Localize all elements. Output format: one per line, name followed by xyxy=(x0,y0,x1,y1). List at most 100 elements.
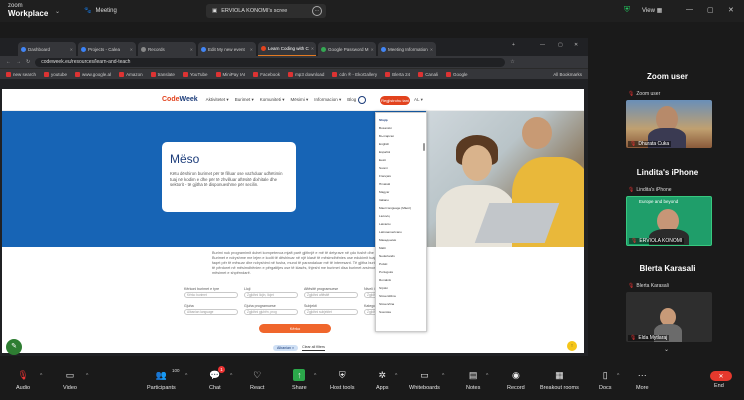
language-option[interactable]: Македонски xyxy=(379,236,423,244)
language-option[interactable]: Suomi xyxy=(379,164,423,172)
close-icon[interactable]: ✕ xyxy=(190,47,193,52)
language-option[interactable]: Shqip xyxy=(379,116,423,124)
bookmark-item[interactable]: YouTube xyxy=(182,71,208,77)
chevron-up-icon[interactable]: ^ xyxy=(395,373,397,379)
bookmark-item[interactable]: Amazon xyxy=(119,71,143,77)
language-option[interactable]: Italiano xyxy=(379,196,423,204)
chevron-up-icon[interactable]: ^ xyxy=(40,373,42,379)
more-button[interactable]: ··· More xyxy=(636,369,649,391)
close-icon[interactable]: ✕ xyxy=(574,42,578,48)
language-option[interactable]: Português xyxy=(379,268,423,276)
bookmark-item[interactable]: www.google.al xyxy=(75,71,111,77)
maximize-icon[interactable]: ▢ xyxy=(558,42,563,48)
language-option[interactable]: English xyxy=(379,140,423,148)
codeweek-logo[interactable]: CodeWeek xyxy=(162,96,198,103)
docs-button[interactable]: ▯ Docs xyxy=(599,369,612,391)
chevron-down-icon[interactable]: ⌄ xyxy=(55,8,60,15)
language-option[interactable]: Slovenščina xyxy=(379,292,423,300)
language-option[interactable]: Polski xyxy=(379,260,423,268)
language-option[interactable]: Maori language (Māori) xyxy=(379,204,423,212)
nav-item[interactable]: Mësimi ▾ xyxy=(291,97,309,103)
notes-button[interactable]: ▤ Notes xyxy=(466,369,480,391)
bookmark-item[interactable]: Blerta 24 xyxy=(385,71,410,77)
clear-filters-link[interactable]: Clear all filters xyxy=(302,345,325,351)
bookmark-item[interactable]: youtube xyxy=(44,71,67,77)
language-option[interactable]: Lietuvių xyxy=(379,212,423,220)
register-button[interactable]: Regjistrohu tani xyxy=(380,96,410,105)
host-tools-button[interactable]: ⛨ Host tools xyxy=(330,369,354,391)
chevron-down-icon[interactable]: ⌄ xyxy=(664,346,669,353)
new-tab-icon[interactable]: + xyxy=(512,42,515,48)
scroll-top-icon[interactable]: ↑ xyxy=(567,341,577,351)
nav-item[interactable]: Aktivitetet ▾ xyxy=(206,97,229,103)
reload-icon[interactable]: ↻ xyxy=(26,59,30,65)
dropdown-scrollbar[interactable] xyxy=(423,143,425,151)
chevron-up-icon[interactable]: ^ xyxy=(314,373,316,379)
language-option[interactable]: Latinoamericano xyxy=(379,228,423,236)
language-option[interactable]: Malti xyxy=(379,244,423,252)
close-icon[interactable]: ✕ xyxy=(130,47,133,52)
browser-tab[interactable]: Records ✕ xyxy=(138,42,196,56)
minimize-icon[interactable]: — xyxy=(686,6,693,13)
chevron-up-icon[interactable]: ^ xyxy=(617,373,619,379)
close-icon[interactable]: ✕ xyxy=(430,47,433,52)
screen-share-tab[interactable]: ▣ ERVIOLA KONOMI's scree ··· xyxy=(206,4,326,18)
search-button[interactable]: Kërko xyxy=(259,324,331,333)
record-button[interactable]: ◉ Record xyxy=(507,369,525,391)
shield-icon[interactable]: ⛨ xyxy=(624,5,630,15)
meeting-menu[interactable]: 🐾 Meeting xyxy=(84,7,117,15)
url-input[interactable]: codeweek.eu/resources/learn-and-teach xyxy=(35,57,506,67)
filter-select[interactable]: Zgjidhni subjektet xyxy=(304,309,358,315)
chevron-up-icon[interactable]: ^ xyxy=(230,373,232,379)
react-button[interactable]: ♡ React xyxy=(250,369,264,391)
filter-select[interactable]: Kërko burimet xyxy=(184,292,238,298)
language-option[interactable]: Bosanski xyxy=(379,124,423,132)
close-icon[interactable]: ✕ xyxy=(70,47,73,52)
forward-icon[interactable]: → xyxy=(16,59,21,65)
chevron-up-icon[interactable]: ^ xyxy=(185,373,187,379)
language-select[interactable]: AL ▾ xyxy=(414,97,423,103)
nav-item[interactable]: Komuniteti ▾ xyxy=(260,97,285,103)
bookmark-item[interactable]: Canali xyxy=(418,71,438,77)
maximize-icon[interactable]: ▢ xyxy=(707,6,714,14)
nav-item[interactable]: Burimet ▾ xyxy=(235,97,254,103)
video-button[interactable]: ▭ Video xyxy=(63,369,77,391)
filter-select[interactable]: Albanian language xyxy=(184,309,238,315)
nav-item[interactable]: Informacion ▾ xyxy=(314,97,341,103)
browser-tab[interactable]: Edit My new event ✕ xyxy=(198,42,256,56)
filter-select[interactable]: Zgjidhni llojin, llojet xyxy=(244,292,298,298)
apps-button[interactable]: ✲ Apps xyxy=(376,369,389,391)
language-option[interactable]: Nederlands xyxy=(379,252,423,260)
all-bookmarks[interactable]: All Bookmarks xyxy=(553,72,588,77)
minimize-icon[interactable]: — xyxy=(540,42,545,48)
browser-tab[interactable]: Projects - Calea ✕ xyxy=(78,42,136,56)
language-option[interactable]: Magyar xyxy=(379,188,423,196)
more-icon[interactable]: ··· xyxy=(312,6,322,16)
language-option[interactable]: Română xyxy=(379,276,423,284)
browser-tab[interactable]: Google Password M ✕ xyxy=(318,42,376,56)
language-option[interactable]: Latviešu xyxy=(379,220,423,228)
bookmark-item[interactable]: cdn ® - EkoGallery xyxy=(332,71,377,77)
language-option[interactable]: Español xyxy=(379,148,423,156)
filter-chip[interactable]: Albanian × xyxy=(273,345,299,351)
chevron-up-icon[interactable]: ^ xyxy=(442,373,444,379)
close-icon[interactable]: ✕ xyxy=(728,6,734,14)
browser-tab[interactable]: Meeting Information ✕ xyxy=(378,42,436,56)
pencil-icon[interactable]: ✎ xyxy=(6,339,22,355)
filter-select[interactable]: Zgjidhni gjuhën, prog xyxy=(244,309,298,315)
language-option[interactable]: Français xyxy=(379,172,423,180)
chevron-up-icon[interactable]: ^ xyxy=(86,373,88,379)
close-icon[interactable]: ✕ xyxy=(250,47,253,52)
view-button[interactable]: View ▦ xyxy=(642,7,662,14)
video-tile[interactable]: 🎙 Elda Mytlaraj xyxy=(626,292,712,342)
audio-button[interactable]: 🎙 Audio xyxy=(16,369,30,391)
bookmark-item[interactable]: MiniPay IAI xyxy=(215,71,245,77)
bookmark-item[interactable]: Facebook xyxy=(253,71,280,77)
whiteboards-button[interactable]: ▭ Whiteboards xyxy=(409,369,440,391)
language-option[interactable]: Hrvatski xyxy=(379,180,423,188)
close-icon[interactable]: ✕ xyxy=(311,46,314,51)
close-icon[interactable]: ✕ xyxy=(371,47,374,52)
browser-tab[interactable]: Dashboard ✕ xyxy=(18,42,76,56)
star-icon[interactable]: ☆ xyxy=(510,59,514,65)
language-option[interactable]: Slovenčina xyxy=(379,300,423,308)
